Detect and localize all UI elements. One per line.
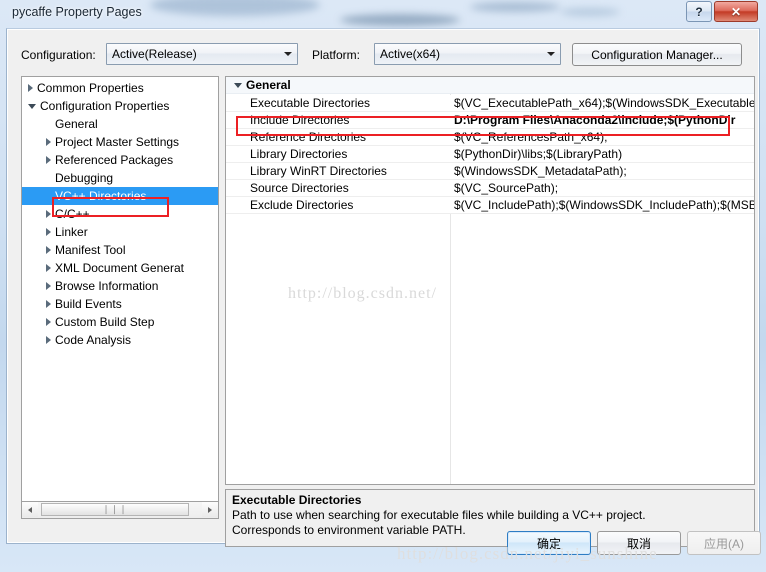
- help-icon: ?: [695, 4, 703, 19]
- sidebar-item-label: Custom Build Step: [55, 315, 155, 329]
- sidebar-item-label: C/C++: [55, 207, 90, 221]
- grid-row[interactable]: Executable Directories $(VC_ExecutablePat…: [226, 95, 754, 112]
- chevron-down-icon[interactable]: [28, 103, 36, 109]
- tree-scrollbar-track[interactable]: ❘❘❘: [22, 502, 218, 518]
- grid-row-name: Executable Directories: [250, 96, 371, 110]
- apply-button[interactable]: 应用(A): [687, 531, 761, 555]
- platform-combo[interactable]: Active(x64): [374, 43, 561, 65]
- apply-button-label: 应用(A): [704, 536, 744, 551]
- sidebar-item-xml-document-generat[interactable]: XML Document Generat: [22, 259, 218, 277]
- sidebar-item-label: Configuration Properties: [40, 99, 170, 113]
- grid-category-label: General: [246, 78, 291, 92]
- chevron-right-icon[interactable]: [46, 282, 51, 290]
- chevron-right-icon[interactable]: [46, 138, 51, 146]
- grid-row-value[interactable]: $(VC_IncludePath);$(WindowsSDK_IncludePa…: [454, 198, 754, 212]
- sidebar-item-project-master-settings[interactable]: Project Master Settings: [22, 133, 218, 151]
- sidebar-item-vc-directories[interactable]: VC++ Directories: [22, 187, 218, 205]
- description-line-1: Path to use when searching for executabl…: [232, 508, 646, 522]
- grid-row-value[interactable]: $(PythonDir)\libs;$(LibraryPath): [454, 147, 754, 161]
- watermark-bottom: http://blog.csdn.net/jiyi_sunshine: [397, 544, 658, 563]
- chevron-right-icon[interactable]: [28, 84, 33, 92]
- sidebar-item-custom-build-step[interactable]: Custom Build Step: [22, 313, 218, 331]
- grid-row-value[interactable]: $(WindowsSDK_MetadataPath);: [454, 164, 754, 178]
- sidebar-item-label: Common Properties: [37, 81, 144, 95]
- grid-row[interactable]: Library WinRT Directories $(WindowsSDK_Me…: [226, 163, 754, 180]
- description-title: Executable Directories: [232, 493, 362, 507]
- grid-row[interactable]: Reference Directories $(VC_ReferencesPath…: [226, 129, 754, 146]
- platform-label: Platform:: [312, 48, 361, 62]
- sidebar-item-label: Referenced Packages: [55, 153, 174, 167]
- chevron-right-icon[interactable]: [46, 228, 51, 236]
- sidebar-item-common-properties[interactable]: Common Properties: [22, 79, 218, 97]
- chevron-right-icon[interactable]: [46, 336, 51, 344]
- chevron-right-icon[interactable]: [46, 210, 51, 218]
- sidebar-item-manifest-tool[interactable]: Manifest Tool: [22, 241, 218, 259]
- sidebar-item-label: Code Analysis: [55, 333, 132, 347]
- sidebar-item-label: Browse Information: [55, 279, 159, 293]
- chevron-right-icon[interactable]: [46, 318, 51, 326]
- configuration-combo[interactable]: Active(Release): [106, 43, 298, 65]
- window-title: pycaffe Property Pages: [12, 5, 142, 19]
- grid-row-value[interactable]: $(VC_ExecutablePath_x64);$(WindowsSDK_Ex…: [454, 96, 754, 110]
- property-pages-dialog: pycaffe Property Pages ? ✕ Configuration…: [0, 0, 766, 572]
- sidebar-item-referenced-packages[interactable]: Referenced Packages: [22, 151, 218, 169]
- grid-row-value[interactable]: D:\Program Files\Anaconda2\include;$(Pyt…: [454, 113, 754, 127]
- watermark-center: http://blog.csdn.net/: [288, 285, 437, 302]
- scroll-right-arrow-icon[interactable]: [202, 502, 218, 517]
- close-icon: ✕: [730, 4, 742, 19]
- grid-row[interactable]: Include Directories D:\Program Files\Anac…: [226, 112, 754, 129]
- chevron-down-icon[interactable]: [279, 45, 296, 63]
- configuration-label: Configuration:: [21, 48, 96, 62]
- grid-row-name: Exclude Directories: [250, 198, 354, 212]
- sidebar-item-build-events[interactable]: Build Events: [22, 295, 218, 313]
- configuration-manager-label: Configuration Manager...: [591, 47, 723, 62]
- grid-row-value[interactable]: $(VC_ReferencesPath_x64);: [454, 130, 754, 144]
- sidebar-item-linker[interactable]: Linker: [22, 223, 218, 241]
- sidebar-item-debugging[interactable]: Debugging: [22, 169, 218, 187]
- sidebar-item-label: XML Document Generat: [55, 261, 184, 275]
- grid-row-name: Library Directories: [250, 147, 348, 161]
- property-grid[interactable]: General Executable Directories $(VC_Execu…: [225, 76, 755, 485]
- grid-row[interactable]: Exclude Directories $(VC_IncludePath);$(W…: [226, 197, 754, 214]
- sidebar-item-label: Manifest Tool: [55, 243, 126, 257]
- grid-row-name: Reference Directories: [250, 130, 367, 144]
- chevron-right-icon[interactable]: [46, 264, 51, 272]
- sidebar-item-code-analysis[interactable]: Code Analysis: [22, 331, 218, 349]
- sidebar-item-configuration-properties[interactable]: Configuration Properties: [22, 97, 218, 115]
- tree-scrollbar-thumb[interactable]: ❘❘❘: [41, 503, 189, 516]
- sidebar-item-c-c[interactable]: C/C++: [22, 205, 218, 223]
- expander-icon[interactable]: [234, 82, 242, 88]
- sidebar-item-label: General: [55, 117, 98, 131]
- settings-tree[interactable]: Common Properties Configuration Propertie…: [21, 76, 219, 502]
- close-button[interactable]: ✕: [714, 1, 758, 22]
- grid-row-value[interactable]: $(VC_SourcePath);: [454, 181, 754, 195]
- tree-horizontal-scrollbar[interactable]: ❘❘❘: [21, 502, 219, 519]
- chevron-down-icon[interactable]: [542, 45, 559, 63]
- platform-combo-value: Active(x64): [380, 47, 441, 61]
- sidebar-item-label: Debugging: [55, 171, 114, 185]
- sidebar-item-general[interactable]: General: [22, 115, 218, 133]
- configuration-manager-button[interactable]: Configuration Manager...: [572, 43, 742, 66]
- sidebar-item-browse-information[interactable]: Browse Information: [22, 277, 218, 295]
- grid-row[interactable]: Source Directories $(VC_SourcePath);: [226, 180, 754, 197]
- title-bar[interactable]: pycaffe Property Pages ? ✕: [0, 0, 766, 27]
- sidebar-item-label: Build Events: [55, 297, 122, 311]
- scroll-left-arrow-icon[interactable]: [22, 502, 38, 517]
- chevron-right-icon[interactable]: [46, 246, 51, 254]
- sidebar-item-label: Project Master Settings: [55, 135, 180, 149]
- grid-row[interactable]: Library Directories $(PythonDir)\libs;$(L…: [226, 146, 754, 163]
- grid-row-name: Source Directories: [250, 181, 349, 195]
- configuration-combo-value: Active(Release): [112, 47, 197, 61]
- grid-category-header[interactable]: General: [226, 77, 754, 94]
- help-button[interactable]: ?: [686, 1, 712, 22]
- sidebar-item-label: Linker: [55, 225, 88, 239]
- chevron-right-icon[interactable]: [46, 300, 51, 308]
- grid-row-name: Library WinRT Directories: [250, 164, 387, 178]
- grid-row-name: Include Directories: [250, 113, 350, 127]
- chevron-right-icon[interactable]: [46, 156, 51, 164]
- sidebar-item-label: VC++ Directories: [55, 189, 147, 203]
